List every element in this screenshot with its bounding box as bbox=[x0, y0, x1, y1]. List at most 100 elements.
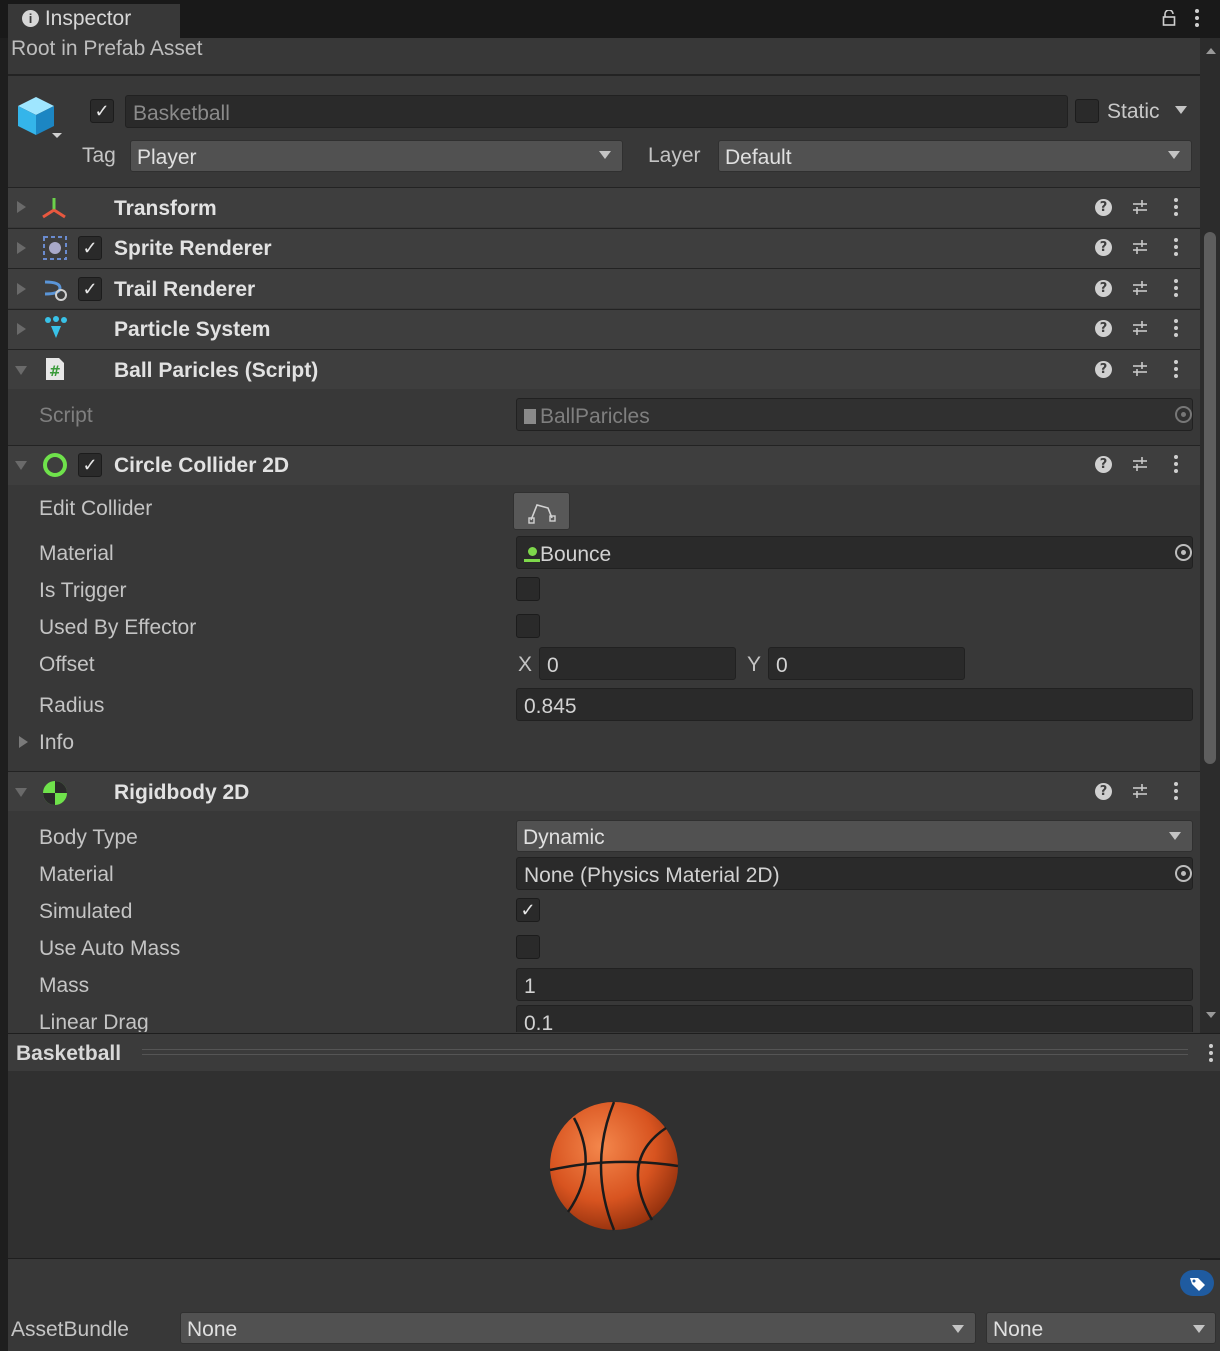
component-title: Trail Renderer bbox=[114, 278, 256, 301]
kebab-icon[interactable] bbox=[1173, 781, 1179, 801]
scroll-thumb[interactable] bbox=[1204, 232, 1216, 764]
collider-material-value: Bounce bbox=[540, 543, 612, 566]
cube-icon[interactable] bbox=[16, 95, 64, 143]
help-icon[interactable]: ? bbox=[1095, 239, 1112, 256]
kebab-icon[interactable] bbox=[1173, 278, 1179, 298]
tab-title: Inspector bbox=[44, 7, 132, 30]
assetbundle-name-value: None bbox=[187, 1318, 238, 1341]
tab-bar bbox=[0, 0, 1220, 38]
static-dropdown-arrow[interactable] bbox=[1175, 106, 1187, 114]
component-title: Circle Collider 2D bbox=[114, 454, 290, 477]
layer-dropdown[interactable]: Default bbox=[718, 140, 1192, 172]
target-icon[interactable] bbox=[1175, 865, 1192, 882]
kebab-icon[interactable] bbox=[1173, 454, 1179, 474]
active-checkbox[interactable]: ✓ bbox=[90, 99, 114, 123]
presets-icon[interactable] bbox=[1131, 279, 1149, 297]
used-by-effector-checkbox[interactable] bbox=[516, 614, 540, 638]
tab-inspector[interactable]: i Inspector bbox=[8, 4, 180, 38]
sprite-renderer-checkbox[interactable]: ✓ bbox=[78, 236, 102, 260]
circle-collider-icon bbox=[43, 453, 67, 477]
collider-material-label: Material bbox=[39, 542, 114, 565]
edit-collider-button[interactable] bbox=[513, 492, 570, 530]
simulated-checkbox[interactable]: ✓ bbox=[516, 898, 540, 922]
script-label: Script bbox=[39, 404, 93, 427]
foldout-arrow[interactable] bbox=[17, 242, 26, 254]
body-type-value: Dynamic bbox=[523, 826, 605, 849]
component-title: Rigidbody 2D bbox=[114, 781, 250, 804]
object-name-field[interactable]: Basketball bbox=[125, 95, 1068, 128]
foldout-arrow[interactable] bbox=[17, 283, 26, 295]
static-label[interactable]: Static bbox=[1107, 101, 1160, 122]
auto-mass-checkbox[interactable] bbox=[516, 935, 540, 959]
prefab-subtitle: Root in Prefab Asset bbox=[11, 37, 203, 60]
mass-label: Mass bbox=[39, 974, 90, 997]
kebab-icon[interactable] bbox=[1194, 8, 1200, 28]
linear-drag-field[interactable]: 0.1 bbox=[516, 1005, 1193, 1032]
foldout-arrow[interactable] bbox=[17, 201, 26, 213]
preview-drag-handle[interactable] bbox=[142, 1049, 1188, 1055]
foldout-arrow[interactable] bbox=[15, 461, 27, 470]
component-title: Transform bbox=[114, 197, 217, 220]
edit-collider-label: Edit Collider bbox=[39, 497, 153, 520]
help-icon[interactable]: ? bbox=[1095, 320, 1112, 337]
kebab-icon[interactable] bbox=[1208, 1043, 1214, 1063]
trail-renderer-icon bbox=[42, 276, 68, 302]
target-icon[interactable] bbox=[1175, 406, 1192, 423]
linear-drag-label: Linear Drag bbox=[39, 1011, 149, 1032]
tag-dropdown[interactable]: Player bbox=[130, 140, 623, 172]
offset-y-field[interactable]: 0 bbox=[768, 647, 965, 680]
static-checkbox[interactable] bbox=[1075, 99, 1099, 123]
kebab-icon[interactable] bbox=[1173, 197, 1179, 217]
chevron-down-icon bbox=[1193, 1325, 1205, 1333]
offset-x-field[interactable]: 0 bbox=[539, 647, 736, 680]
help-icon[interactable]: ? bbox=[1095, 280, 1112, 297]
help-icon[interactable]: ? bbox=[1095, 199, 1112, 216]
info-foldout-label[interactable]: Info bbox=[39, 732, 74, 753]
mass-field[interactable]: 1 bbox=[516, 968, 1193, 1001]
help-icon[interactable]: ? bbox=[1095, 783, 1112, 800]
kebab-icon[interactable] bbox=[1173, 359, 1179, 379]
kebab-icon[interactable] bbox=[1173, 237, 1179, 257]
foldout-arrow[interactable] bbox=[15, 788, 27, 797]
is-trigger-checkbox[interactable] bbox=[516, 577, 540, 601]
script-value: BallParicles bbox=[540, 405, 650, 428]
presets-icon[interactable] bbox=[1131, 198, 1149, 216]
presets-icon[interactable] bbox=[1131, 360, 1149, 378]
scroll-down-arrow[interactable] bbox=[1206, 1012, 1216, 1018]
rb-material-field[interactable]: None (Physics Material 2D) bbox=[516, 857, 1193, 890]
simulated-label: Simulated bbox=[39, 900, 133, 923]
radius-field[interactable]: 0.845 bbox=[516, 688, 1193, 721]
circle-collider-checkbox[interactable]: ✓ bbox=[78, 453, 102, 477]
presets-icon[interactable] bbox=[1131, 319, 1149, 337]
component-title: Ball Paricles (Script) bbox=[114, 359, 319, 382]
assetbundle-variant-dropdown[interactable]: None bbox=[986, 1312, 1216, 1344]
info-foldout-arrow[interactable] bbox=[19, 736, 28, 748]
target-icon[interactable] bbox=[1175, 544, 1192, 561]
script-field[interactable]: BallParicles bbox=[516, 398, 1193, 431]
offset-y-label: Y bbox=[747, 653, 762, 676]
assetbundle-name-dropdown[interactable]: None bbox=[180, 1312, 976, 1344]
scroll-up-arrow[interactable] bbox=[1206, 48, 1216, 54]
chevron-down-icon bbox=[599, 151, 611, 159]
foldout-arrow[interactable] bbox=[15, 366, 27, 375]
presets-icon[interactable] bbox=[1131, 455, 1149, 473]
clipped-row: Linear Drag 0.1 bbox=[8, 1004, 1200, 1032]
info-icon: i bbox=[22, 10, 39, 27]
collider-material-field[interactable]: Bounce bbox=[516, 536, 1193, 569]
preview-title: Basketball bbox=[16, 1042, 122, 1065]
presets-icon[interactable] bbox=[1131, 782, 1149, 800]
help-icon[interactable]: ? bbox=[1095, 361, 1112, 378]
edit-shape-icon bbox=[528, 504, 556, 524]
rigidbody-icon bbox=[41, 779, 69, 807]
kebab-icon[interactable] bbox=[1173, 318, 1179, 338]
trail-renderer-checkbox[interactable]: ✓ bbox=[78, 277, 102, 301]
component-title: Particle System bbox=[114, 318, 271, 341]
body-type-dropdown[interactable]: Dynamic bbox=[516, 820, 1193, 852]
tag-icon[interactable] bbox=[1180, 1270, 1214, 1296]
foldout-arrow[interactable] bbox=[17, 323, 26, 335]
lock-icon[interactable] bbox=[1162, 8, 1176, 26]
radius-label: Radius bbox=[39, 694, 105, 717]
help-icon[interactable]: ? bbox=[1095, 456, 1112, 473]
presets-icon[interactable] bbox=[1131, 238, 1149, 256]
script-icon: # bbox=[44, 357, 66, 381]
